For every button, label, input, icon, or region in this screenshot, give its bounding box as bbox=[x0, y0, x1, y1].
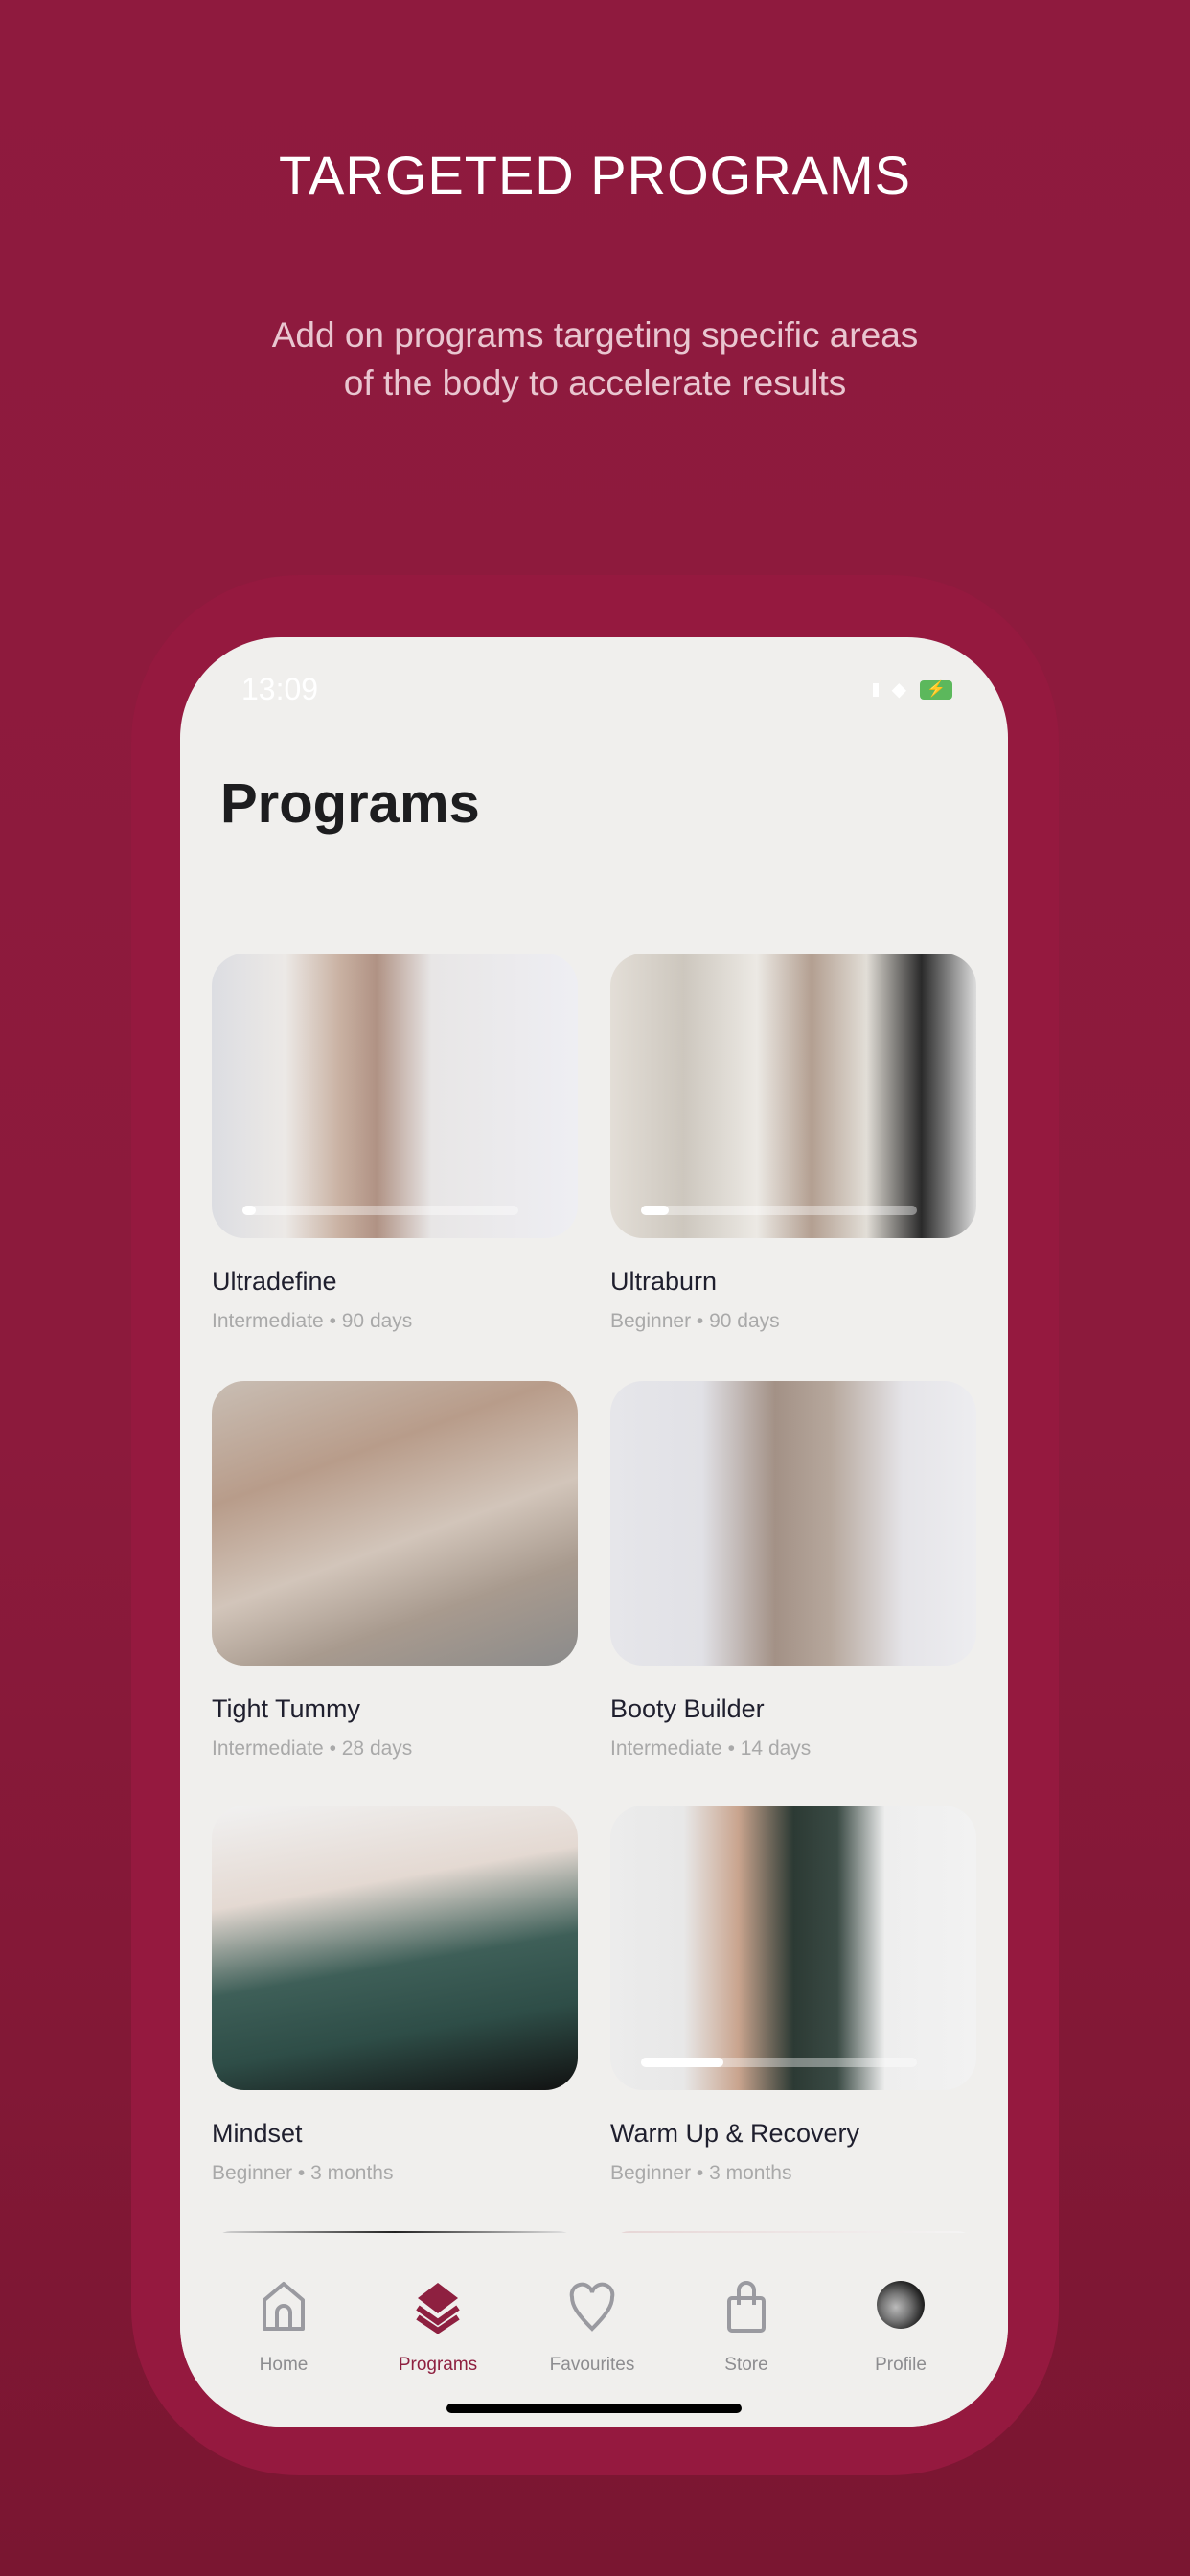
promo-headline: TARGETED PROGRAMS bbox=[278, 145, 911, 205]
progress-bar bbox=[242, 1206, 518, 1215]
program-card[interactable]: Warm Up & Recovery Beginner • 3 months bbox=[610, 1806, 976, 2185]
subtitle-line: of the body to accelerate results bbox=[343, 363, 847, 402]
program-title: Ultradefine bbox=[212, 1267, 337, 1296]
wifi-icon: ◆ bbox=[891, 679, 906, 701]
tab-label: Home bbox=[259, 2355, 309, 2375]
avatar bbox=[877, 2281, 925, 2329]
program-meta: Beginner • 90 days bbox=[610, 1310, 780, 1332]
progress-bar bbox=[641, 1206, 917, 1215]
program-title: Tight Tummy bbox=[212, 1694, 361, 1723]
tab-label: Favourites bbox=[549, 2355, 635, 2375]
tab-home[interactable]: Home bbox=[217, 2281, 351, 2376]
tab-profile[interactable]: Profile bbox=[834, 2281, 968, 2376]
home-indicator[interactable] bbox=[446, 2404, 742, 2413]
tab-label: Profile bbox=[875, 2355, 927, 2375]
program-image bbox=[610, 1806, 976, 2090]
program-title: Booty Builder bbox=[610, 1694, 765, 1723]
program-title: Ultraburn bbox=[610, 1267, 718, 1296]
program-image bbox=[212, 1806, 578, 2090]
program-card[interactable]: Booty Builder Intermediate • 14 days bbox=[610, 1381, 976, 1760]
program-title: Warm Up & Recovery bbox=[610, 2119, 860, 2148]
status-icons: ◆ ⚡ bbox=[872, 678, 952, 702]
program-card[interactable]: Ultraburn Beginner • 90 days bbox=[610, 954, 976, 1333]
program-card[interactable]: Tight Tummy Intermediate • 28 days bbox=[212, 1381, 578, 1760]
tab-programs[interactable]: Programs bbox=[371, 2281, 505, 2376]
status-time: 13:09 bbox=[241, 672, 319, 706]
program-card[interactable]: Ultradefine Intermediate • 90 days bbox=[212, 954, 578, 1333]
program-image bbox=[610, 1381, 976, 1666]
promo-subtitle: Add on programs targeting specific areas… bbox=[0, 311, 1190, 407]
shopping-bag-icon bbox=[727, 2281, 766, 2333]
layers-icon bbox=[416, 2283, 460, 2334]
program-title: Mindset bbox=[212, 2119, 303, 2148]
home-icon bbox=[263, 2282, 305, 2331]
program-image bbox=[610, 954, 976, 1238]
program-card[interactable]: Mindset Beginner • 3 months bbox=[212, 1806, 578, 2185]
program-image bbox=[212, 1381, 578, 1666]
tab-label: Store bbox=[724, 2355, 768, 2375]
battery-icon: ⚡ bbox=[920, 679, 952, 700]
subtitle-line: Add on programs targeting specific areas bbox=[271, 315, 919, 355]
phone-screen: 13:09 ◆ ⚡ Programs Ultradefine Intermedi… bbox=[180, 637, 1008, 2426]
tab-label: Programs bbox=[398, 2355, 478, 2375]
heart-icon bbox=[569, 2282, 615, 2332]
program-meta: Intermediate • 90 days bbox=[212, 1310, 413, 1332]
signal-icon bbox=[872, 682, 879, 697]
program-image bbox=[212, 954, 578, 1238]
tab-favourites[interactable]: Favourites bbox=[525, 2281, 659, 2376]
progress-bar bbox=[641, 2058, 917, 2067]
program-meta: Intermediate • 28 days bbox=[212, 1737, 413, 1760]
program-meta: Beginner • 3 months bbox=[610, 2162, 792, 2184]
program-meta: Intermediate • 14 days bbox=[610, 1737, 812, 1760]
tab-store[interactable]: Store bbox=[679, 2281, 813, 2376]
page-title: Programs bbox=[220, 772, 480, 835]
program-meta: Beginner • 3 months bbox=[212, 2162, 394, 2184]
tab-bar: Home Programs Favourites Store Profile bbox=[180, 2233, 1008, 2426]
